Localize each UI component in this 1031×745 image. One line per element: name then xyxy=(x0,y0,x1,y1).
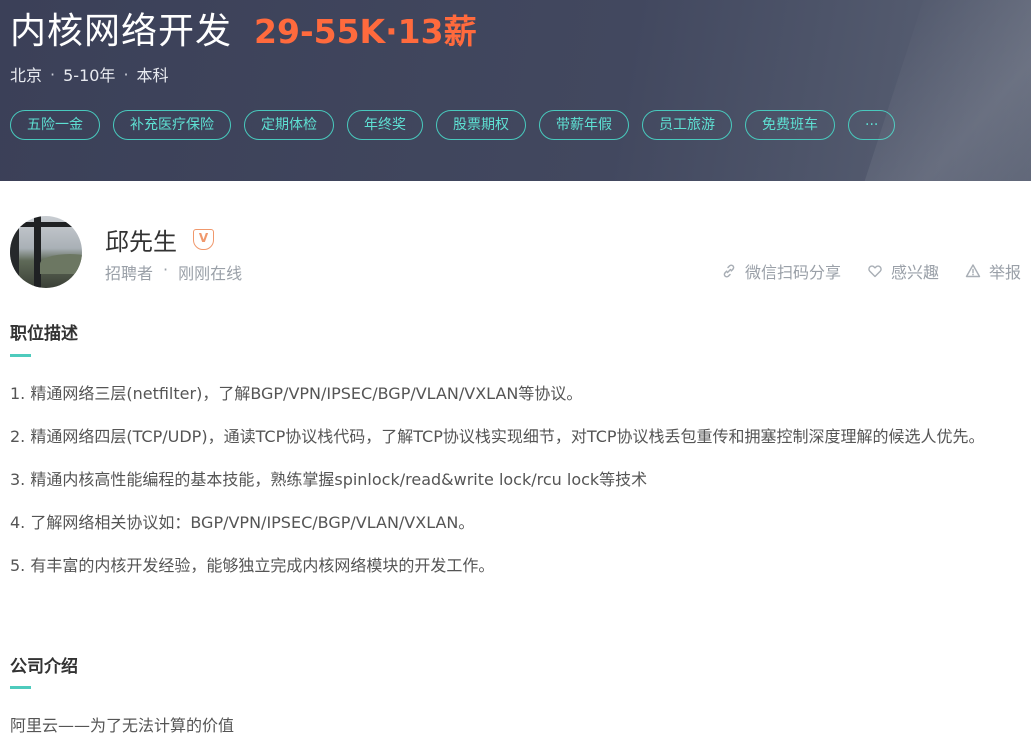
heart-icon xyxy=(868,265,882,278)
job-title: 内核网络开发 xyxy=(10,11,233,52)
meta-experience: 5-10年 xyxy=(63,66,116,85)
job-description-title: 职位描述 xyxy=(10,324,78,344)
recruiter-role: 招聘者 xyxy=(105,264,154,283)
meta-separator: · xyxy=(123,64,129,84)
wechat-share-button[interactable]: 微信扫码分享 xyxy=(721,259,841,283)
description-line: 1. 精通网络三层(netfilter)，了解BGP/VPN/IPSEC/BGP… xyxy=(10,384,583,403)
job-actions: 微信扫码分享 感兴趣 举报 xyxy=(695,259,1021,283)
benefit-tag: 补充医疗保险 xyxy=(113,110,231,140)
section-underline xyxy=(10,686,31,689)
description-line: 5. 有丰富的内核开发经验，能够独立完成内核网络模块的开发工作。 xyxy=(10,556,495,575)
job-description: 1. 精通网络三层(netfilter)，了解BGP/VPN/IPSEC/BGP… xyxy=(10,372,1020,587)
job-header: 内核网络开发 29-55K·13薪 北京 · 5-10年 · 本科 五险一金 补… xyxy=(0,0,1031,181)
title-row: 内核网络开发 29-55K·13薪 xyxy=(10,2,477,54)
benefit-tag: 员工旅游 xyxy=(642,110,732,140)
benefit-tag: 免费班车 xyxy=(745,110,835,140)
online-status: 刚刚在线 xyxy=(178,264,243,283)
report-button[interactable]: 举报 xyxy=(965,259,1021,283)
section-underline xyxy=(10,354,31,357)
share-label: 微信扫码分享 xyxy=(744,263,841,282)
benefit-tag: 定期体检 xyxy=(244,110,334,140)
interest-label: 感兴趣 xyxy=(890,263,939,282)
recruiter-status: 招聘者 · 刚刚在线 xyxy=(105,260,242,284)
benefit-tags: 五险一金 补充医疗保险 定期体检 年终奖 股票期权 带薪年假 员工旅游 免费班车… xyxy=(10,110,908,140)
more-tags-button[interactable]: ··· xyxy=(848,110,896,140)
recruiter-card: 邱先生 V 招聘者 · 刚刚在线 微信扫码分享 感兴趣 举报 xyxy=(10,216,1021,290)
salary: 29-55K·13薪 xyxy=(254,12,477,51)
description-line: 2. 精通网络四层(TCP/UDP)，通读TCP协议栈代码，了解TCP协议栈实现… xyxy=(10,427,985,446)
benefit-tag: 五险一金 xyxy=(10,110,100,140)
interest-button[interactable]: 感兴趣 xyxy=(867,259,939,283)
meta-degree: 本科 xyxy=(136,66,169,85)
recruiter-name: 邱先生 xyxy=(105,228,177,256)
link-icon xyxy=(723,264,735,278)
benefit-tag: 年终奖 xyxy=(347,110,423,140)
verified-badge-icon: V xyxy=(193,229,214,250)
meta-separator: · xyxy=(50,64,56,84)
company-intro-title: 公司介绍 xyxy=(10,657,78,677)
report-label: 举报 xyxy=(988,263,1021,282)
warning-icon xyxy=(965,264,981,278)
benefit-tag: 带薪年假 xyxy=(539,110,629,140)
meta-city: 北京 xyxy=(10,66,43,85)
status-separator: · xyxy=(163,260,169,279)
avatar[interactable] xyxy=(10,216,82,288)
company-intro: 阿里云——为了无法计算的价值 xyxy=(10,716,235,735)
benefit-tag: 股票期权 xyxy=(436,110,526,140)
job-meta: 北京 · 5-10年 · 本科 xyxy=(10,62,169,86)
description-line: 3. 精通内核高性能编程的基本技能，熟练掌握spinlock/read&writ… xyxy=(10,470,648,489)
description-line: 4. 了解网络相关协议如：BGP/VPN/IPSEC/BGP/VLAN/VXLA… xyxy=(10,513,475,532)
